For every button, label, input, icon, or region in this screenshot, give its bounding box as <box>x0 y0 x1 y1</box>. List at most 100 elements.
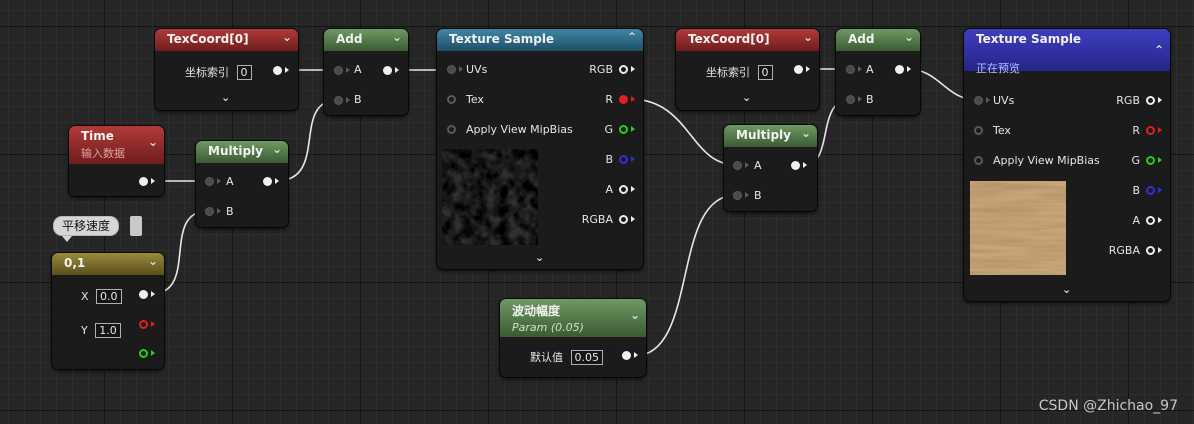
output-pin[interactable] <box>895 65 904 74</box>
output-pin-g[interactable] <box>619 125 628 134</box>
input-pin-tex[interactable] <box>974 126 983 135</box>
output-pin-r[interactable] <box>1146 126 1155 135</box>
node-header[interactable]: Add ⌄ <box>836 29 920 51</box>
expand-chevron-icon[interactable]: ⌄ <box>742 91 751 104</box>
output-pin-g[interactable] <box>139 349 148 358</box>
chevron-down-icon[interactable]: ⌄ <box>801 126 811 140</box>
chevron-down-icon[interactable]: ⌄ <box>392 30 402 44</box>
node-title: Add <box>848 32 875 46</box>
output-pin[interactable] <box>139 177 148 186</box>
node-header[interactable]: Multiply ⌄ <box>196 141 288 163</box>
output-pin-rg[interactable] <box>139 290 148 299</box>
chevron-up-icon[interactable]: ⌃ <box>627 30 637 44</box>
time-node[interactable]: Time 输入数据 ⌄ <box>69 126 164 196</box>
coordinate-index-input[interactable]: 0 <box>757 65 773 80</box>
pin-arrow-icon <box>631 126 635 132</box>
output-pin[interactable] <box>383 66 392 75</box>
wood-texture-preview <box>970 181 1066 275</box>
chevron-up-icon[interactable]: ⌃ <box>1154 43 1164 57</box>
output-pin-rgba[interactable] <box>1146 246 1155 255</box>
chevron-down-icon[interactable]: ⌄ <box>803 30 813 44</box>
expand-chevron-icon[interactable]: ⌄ <box>1062 283 1071 296</box>
texcoord-node-1[interactable]: TexCoord[0] ⌄ 坐标索引 0 ⌄ <box>155 29 298 110</box>
output-pin-rgb[interactable] <box>619 65 628 74</box>
multiply-node-1[interactable]: Multiply ⌄ A B <box>196 141 288 227</box>
texture-sample-node-2[interactable]: Texture Sample 正在预览 ⌃ UVs Tex Apply View… <box>964 29 1170 301</box>
pin-arrow-icon <box>1158 187 1162 193</box>
default-value-input[interactable]: 0.05 <box>570 350 603 365</box>
pin-arrow-icon <box>1158 157 1162 163</box>
pin-arrow-icon <box>631 216 635 222</box>
constant2vector-node[interactable]: 0,1 ⌄ X 0.0 Y 1.0 <box>52 253 164 369</box>
input-pin-b[interactable] <box>205 207 214 216</box>
input-pin-a[interactable] <box>846 65 855 74</box>
x-value-input[interactable]: 0.0 <box>96 289 122 304</box>
node-header[interactable]: TexCoord[0] ⌄ <box>676 29 819 51</box>
input-pin-b[interactable] <box>334 96 343 105</box>
chevron-down-icon[interactable]: ⌄ <box>904 30 914 44</box>
default-value-row: 默认值 0.05 <box>530 349 603 365</box>
input-pin-b[interactable] <box>846 95 855 104</box>
output-pin[interactable] <box>791 161 800 170</box>
node-header[interactable]: Multiply ⌄ <box>724 125 817 147</box>
output-pin-a[interactable] <box>619 185 628 194</box>
output-pin-g[interactable] <box>1146 156 1155 165</box>
node-header[interactable]: Add ⌄ <box>324 29 408 51</box>
y-value-input[interactable]: 1.0 <box>95 323 121 338</box>
multiply-node-2[interactable]: Multiply ⌄ A B <box>724 125 817 211</box>
output-pin-a[interactable] <box>1146 216 1155 225</box>
coordinate-index-input[interactable]: 0 <box>236 65 252 80</box>
output-pin-r[interactable] <box>619 95 628 104</box>
output-pin[interactable] <box>622 351 631 360</box>
pin-label-rgba: RGBA <box>1108 244 1140 257</box>
pin-comment-icon[interactable] <box>130 216 142 236</box>
add-node-2[interactable]: Add ⌄ A B <box>836 29 920 115</box>
chevron-down-icon[interactable]: ⌄ <box>148 135 158 149</box>
input-pin-uvs[interactable] <box>974 96 983 105</box>
pin-arrow-icon <box>631 96 635 102</box>
input-pin-b[interactable] <box>733 191 742 200</box>
chevron-down-icon[interactable]: ⌄ <box>630 308 640 322</box>
input-pin-mipbias[interactable] <box>447 125 456 134</box>
expand-chevron-icon[interactable]: ⌄ <box>535 251 544 264</box>
output-pin-rgba[interactable] <box>619 215 628 224</box>
node-header[interactable]: Texture Sample ⌃ <box>437 29 643 51</box>
input-pin-a[interactable] <box>334 66 343 75</box>
expand-chevron-icon[interactable]: ⌄ <box>221 91 230 104</box>
pin-label-b: B <box>866 93 874 106</box>
node-header[interactable]: Texture Sample 正在预览 ⌃ <box>964 29 1170 75</box>
pin-arrow-icon <box>395 67 399 73</box>
pin-arrow-icon <box>745 192 749 198</box>
scalar-parameter-node[interactable]: 波动幅度 Param (0.05) ⌄ 默认值 0.05 <box>500 299 646 377</box>
input-pin-a[interactable] <box>205 177 214 186</box>
output-pin[interactable] <box>794 65 803 74</box>
chevron-down-icon[interactable]: ⌄ <box>148 254 158 268</box>
input-pin-tex[interactable] <box>447 95 456 104</box>
add-node-1[interactable]: Add ⌄ A B <box>324 29 408 115</box>
comment-bubble[interactable]: 平移速度 <box>53 216 120 236</box>
node-header[interactable]: TexCoord[0] ⌄ <box>155 29 298 51</box>
output-pin-rgb[interactable] <box>1146 96 1155 105</box>
output-pin[interactable] <box>273 66 282 75</box>
output-pin-b[interactable] <box>619 155 628 164</box>
pin-label-tex: Tex <box>993 124 1011 137</box>
pin-label-a: A <box>866 63 874 76</box>
pin-arrow-icon <box>907 66 911 72</box>
chevron-down-icon[interactable]: ⌄ <box>282 30 292 44</box>
pin-arrow-icon <box>631 156 635 162</box>
output-pin[interactable] <box>263 177 272 186</box>
texcoord-node-2[interactable]: TexCoord[0] ⌄ 坐标索引 0 ⌄ <box>676 29 819 110</box>
pin-label-rgba: RGBA <box>581 213 613 226</box>
output-pin-r[interactable] <box>139 320 148 329</box>
node-header[interactable]: 0,1 ⌄ <box>52 253 164 275</box>
chevron-down-icon[interactable]: ⌄ <box>272 142 282 156</box>
node-title: Time <box>81 129 114 143</box>
input-pin-uvs[interactable] <box>447 65 456 74</box>
input-pin-mipbias[interactable] <box>974 156 983 165</box>
node-title: 0,1 <box>64 256 86 270</box>
input-pin-a[interactable] <box>733 161 742 170</box>
node-header[interactable]: 波动幅度 Param (0.05) ⌄ <box>500 299 646 337</box>
output-pin-b[interactable] <box>1146 186 1155 195</box>
node-header[interactable]: Time 输入数据 ⌄ <box>69 126 164 164</box>
texture-sample-node-1[interactable]: Texture Sample ⌃ UVs Tex Apply View MipB… <box>437 29 643 269</box>
